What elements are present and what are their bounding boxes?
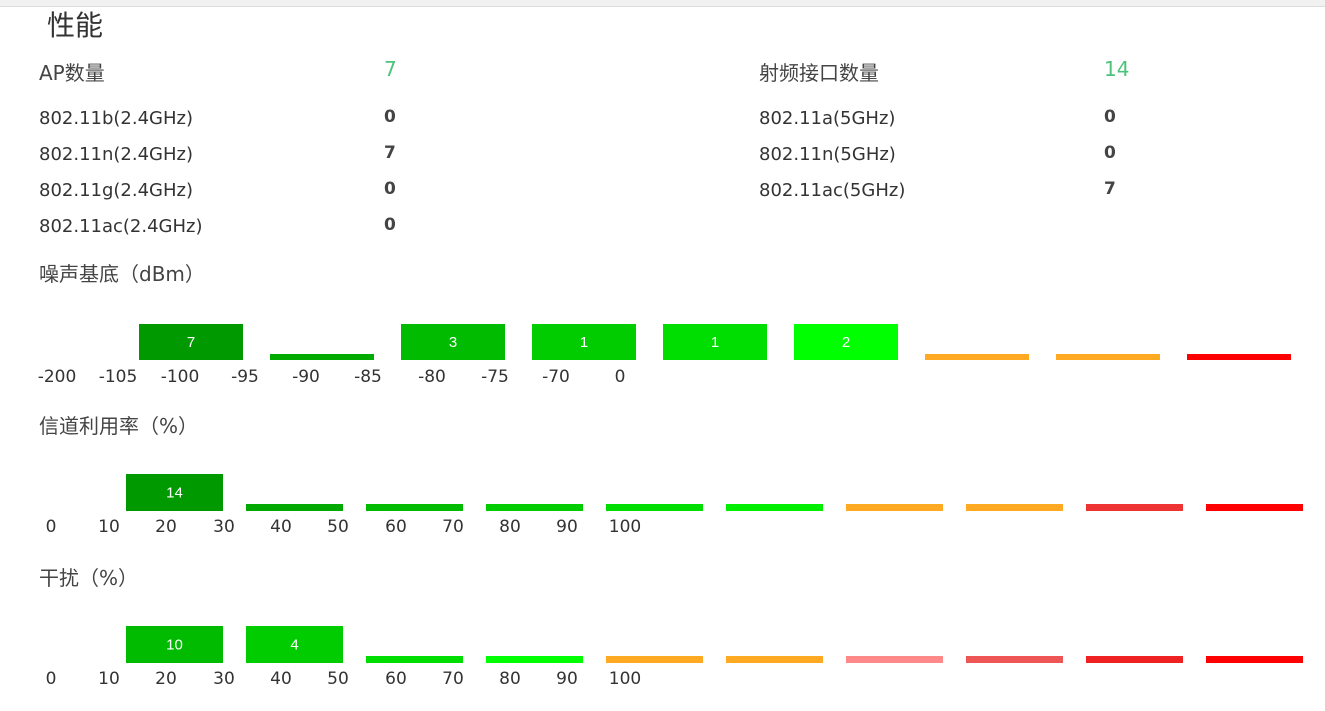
axis-tick-label: 60 <box>385 517 407 537</box>
axis-tick-label: 90 <box>556 517 578 537</box>
histogram-bar <box>1086 504 1183 511</box>
ap-mode-label: 802.11g(2.4GHz) <box>39 180 194 201</box>
radio-mode-value: 0 <box>1104 143 1116 163</box>
radio-mode-value: 0 <box>1104 107 1116 127</box>
histogram-bar <box>366 656 463 663</box>
bar-count-label: 1 <box>711 334 719 351</box>
axis-tick-label: -90 <box>292 367 320 387</box>
axis-tick-label: 80 <box>499 517 521 537</box>
histogram-bar <box>246 504 343 511</box>
histogram-bar <box>606 656 703 663</box>
axis-tick-label: 90 <box>556 669 578 689</box>
axis-tick-label: -70 <box>542 367 570 387</box>
bar-count-label: 7 <box>187 334 195 351</box>
histogram-bar <box>1086 656 1183 663</box>
axis-tick-label: -80 <box>418 367 446 387</box>
axis-tick-label: 40 <box>270 517 292 537</box>
bar-count-label: 3 <box>449 334 457 351</box>
ap-mode-label: 802.11b(2.4GHz) <box>39 108 194 129</box>
axis-tick-label: 50 <box>327 669 349 689</box>
axis-tick-label: 50 <box>327 517 349 537</box>
histogram-bar <box>486 656 583 663</box>
histogram-bar <box>925 354 1029 360</box>
interference-chart: 10 40 10 20 30 40 50 60 70 80 90 100 <box>46 626 1303 689</box>
histogram-bar <box>486 504 583 511</box>
histogram-bar <box>270 354 374 360</box>
histogram-bar <box>726 656 823 663</box>
radio-count-value: 14 <box>1104 57 1130 81</box>
axis-tick-label: 20 <box>155 517 177 537</box>
ap-mode-label: 802.11n(2.4GHz) <box>39 144 193 165</box>
bar-count-label: 1 <box>580 334 588 351</box>
axis-tick-label: 20 <box>155 669 177 689</box>
radio-mode-value: 7 <box>1104 179 1116 199</box>
bar-count-label: 14 <box>166 485 183 502</box>
axis-tick-label: 10 <box>98 517 120 537</box>
axis-tick-label: -105 <box>99 367 138 387</box>
axis-tick-label: 0 <box>46 669 57 689</box>
axis-tick-label: -200 <box>38 367 77 387</box>
axis-tick-label: 80 <box>499 669 521 689</box>
ap-mode-value: 0 <box>384 215 396 235</box>
ap-count-label: AP数量 <box>39 61 105 85</box>
bar-count-label: 2 <box>842 334 850 351</box>
axis-tick-label: 30 <box>213 669 235 689</box>
noise-floor-title: 噪声基底（dBm） <box>39 262 205 286</box>
axis-tick-label: 40 <box>270 669 292 689</box>
axis-tick-label: 100 <box>609 669 641 689</box>
page-title: 性能 <box>47 9 104 42</box>
histogram-bar <box>1206 656 1303 663</box>
ap-count-value: 7 <box>384 57 397 81</box>
axis-tick-label: 100 <box>609 517 641 537</box>
axis-tick-label: 30 <box>213 517 235 537</box>
axis-tick-label: 10 <box>98 669 120 689</box>
axis-tick-label: 60 <box>385 669 407 689</box>
axis-tick-label: 70 <box>442 669 464 689</box>
histogram-bar <box>1187 354 1291 360</box>
top-toolbar-strip <box>0 0 1325 7</box>
histogram-bar <box>606 504 703 511</box>
bar-count-label: 4 <box>290 637 298 654</box>
axis-tick-label: 70 <box>442 517 464 537</box>
axis-tick-label: -95 <box>231 367 259 387</box>
histogram-bar <box>966 504 1063 511</box>
histogram-bar <box>1206 504 1303 511</box>
ap-mode-value: 0 <box>384 179 396 199</box>
radio-count-label: 射频接口数量 <box>759 61 879 85</box>
ap-mode-value: 0 <box>384 107 396 127</box>
channel-utilization-chart: 14 0 10 20 30 40 50 60 70 80 90 100 <box>46 474 1303 537</box>
radio-mode-label: 802.11ac(5GHz) <box>759 180 906 201</box>
ap-mode-label: 802.11ac(2.4GHz) <box>39 216 203 237</box>
radio-mode-label: 802.11a(5GHz) <box>759 108 896 129</box>
bar-count-label: 10 <box>166 637 183 654</box>
axis-tick-label: 0 <box>46 517 57 537</box>
histogram-bar <box>1056 354 1160 360</box>
radio-mode-label: 802.11n(5GHz) <box>759 144 896 165</box>
axis-tick-label: -100 <box>161 367 200 387</box>
histogram-bar <box>966 656 1063 663</box>
axis-tick-label: -85 <box>354 367 382 387</box>
axis-tick-label: -75 <box>481 367 509 387</box>
ap-mode-value: 7 <box>384 143 396 163</box>
interference-title: 干扰（%） <box>39 566 139 590</box>
histogram-bar <box>846 656 943 663</box>
histogram-bar <box>726 504 823 511</box>
histogram-bar <box>366 504 463 511</box>
channel-utilization-title: 信道利用率（%） <box>39 414 199 438</box>
histogram-bar <box>846 504 943 511</box>
noise-floor-chart: 7 3 1 1 2 -200 -105 -100 -95 -90 -85 -80 -75 -70 0 <box>38 324 1291 387</box>
axis-tick-label: 0 <box>615 367 626 387</box>
